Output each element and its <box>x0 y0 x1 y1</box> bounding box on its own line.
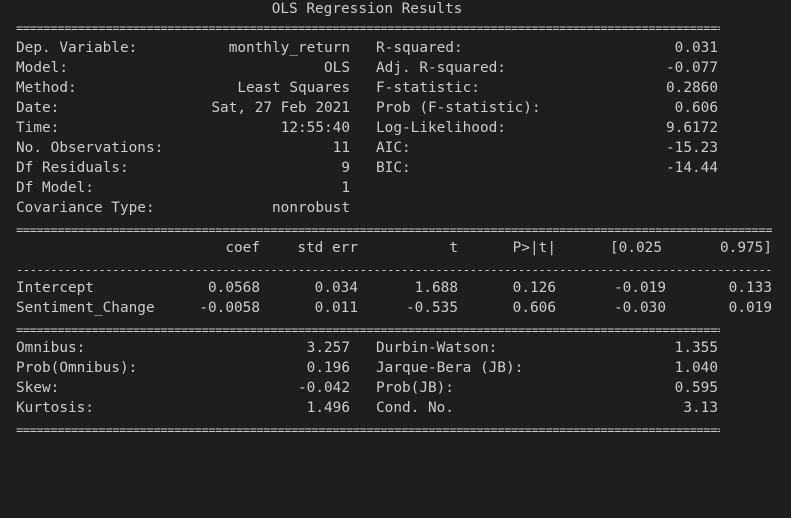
summary-label: R-squared: <box>376 40 463 56</box>
diag-label: Kurtosis: <box>16 400 94 416</box>
diag-value: -0.042 <box>298 380 350 396</box>
summary-label: Model: <box>16 60 68 76</box>
coef-value: 0.011 <box>314 300 358 316</box>
coef-header: [0.025 <box>610 240 662 256</box>
summary-value: -14.44 <box>666 160 718 176</box>
diag-value: 1.496 <box>306 400 350 416</box>
diag-value: 0.595 <box>674 380 718 396</box>
coef-value: 0.126 <box>512 280 556 296</box>
coef-value: -0.019 <box>614 280 666 296</box>
diag-label: Skew: <box>16 380 60 396</box>
summary-value: nonrobust <box>272 200 350 216</box>
diag-value: 1.355 <box>674 340 718 356</box>
summary-label: No. Observations: <box>16 140 164 156</box>
diag-row: Kurtosis: 1.496 Cond. No. 3.13 <box>16 398 718 418</box>
table-row: Sentiment_Change -0.0058 0.011 -0.535 0.… <box>16 298 772 318</box>
coef-value: 0.606 <box>512 300 556 316</box>
summary-label: BIC: <box>376 160 411 176</box>
summary-row: No. Observations: 11 AIC: -15.23 <box>16 138 718 158</box>
summary-value: Least Squares <box>237 80 350 96</box>
diag-value: 3.13 <box>683 400 718 416</box>
coef-value: -0.0058 <box>199 300 260 316</box>
diag-row: Skew: -0.042 Prob(JB): 0.595 <box>16 378 718 398</box>
summary-row: Time: 12:55:40 Log-Likelihood: 9.6172 <box>16 118 718 138</box>
summary-label: Prob (F-statistic): <box>376 100 541 116</box>
coef-header: coef <box>225 240 260 256</box>
coef-header: std err <box>297 240 358 256</box>
summary-row: Df Model: 1 <box>16 178 350 198</box>
summary-label: Adj. R-squared: <box>376 60 506 76</box>
summary-value: 1 <box>341 180 350 196</box>
coef-header-row: coef std err t P>|t| [0.025 0.975] <box>16 238 772 258</box>
summary-value: 0.031 <box>674 40 718 56</box>
summary-value: 12:55:40 <box>280 120 350 136</box>
diag-row: Omnibus: 3.257 Durbin-Watson: 1.355 <box>16 338 718 358</box>
diag-label: Prob(Omnibus): <box>16 360 138 376</box>
double-separator: ========================================… <box>16 22 720 34</box>
summary-label: Log-Likelihood: <box>376 120 506 136</box>
double-separator: ========================================… <box>16 324 720 336</box>
coef-value: -0.535 <box>406 300 458 316</box>
summary-row: Df Residuals: 9 BIC: -14.44 <box>16 158 718 178</box>
summary-label: Time: <box>16 120 60 136</box>
summary-value: Sat, 27 Feb 2021 <box>211 100 350 116</box>
coef-value: 0.0568 <box>208 280 260 296</box>
coef-value: -0.030 <box>614 300 666 316</box>
coef-header: t <box>449 240 458 256</box>
summary-label: Date: <box>16 100 60 116</box>
summary-value: monthly_return <box>228 40 350 56</box>
coef-value: 0.133 <box>728 280 772 296</box>
summary-value: 0.606 <box>674 100 718 116</box>
summary-label: AIC: <box>376 140 411 156</box>
double-separator: ========================================… <box>16 424 720 436</box>
diag-label: Cond. No. <box>376 400 454 416</box>
diag-label: Jarque-Bera (JB): <box>376 360 524 376</box>
table-row: Intercept 0.0568 0.034 1.688 0.126 -0.01… <box>16 278 772 298</box>
diag-label: Prob(JB): <box>376 380 454 396</box>
summary-label: Method: <box>16 80 77 96</box>
coef-header: P>|t| <box>512 240 556 256</box>
summary-row: Covariance Type: nonrobust <box>16 198 350 218</box>
summary-label: F-statistic: <box>376 80 480 96</box>
dash-separator: ----------------------------------------… <box>16 264 772 276</box>
diag-value: 0.196 <box>306 360 350 376</box>
diag-label: Durbin-Watson: <box>376 340 498 356</box>
diag-row: Prob(Omnibus): 0.196 Jarque-Bera (JB): 1… <box>16 358 718 378</box>
summary-row: Model: OLS Adj. R-squared: -0.077 <box>16 58 718 78</box>
summary-value: -0.077 <box>666 60 718 76</box>
summary-value: 11 <box>332 140 350 156</box>
summary-label: Df Residuals: <box>16 160 129 176</box>
double-separator: ========================================… <box>16 224 772 236</box>
summary-label: Covariance Type: <box>16 200 155 216</box>
summary-label: Dep. Variable: <box>16 40 138 56</box>
summary-value: 9.6172 <box>666 120 718 136</box>
diag-value: 1.040 <box>674 360 718 376</box>
coef-name: Sentiment_Change <box>16 300 155 316</box>
console-output: OLS Regression Results =================… <box>0 0 791 454</box>
results-title: OLS Regression Results <box>271 1 463 17</box>
coef-value: 0.019 <box>728 300 772 316</box>
coef-name: Intercept <box>16 280 94 296</box>
diag-label: Omnibus: <box>16 340 86 356</box>
summary-row: Method: Least Squares F-statistic: 0.286… <box>16 78 718 98</box>
coef-value: 0.034 <box>314 280 358 296</box>
summary-row: Date: Sat, 27 Feb 2021 Prob (F-statistic… <box>16 98 718 118</box>
summary-value: 9 <box>341 160 350 176</box>
summary-value: -15.23 <box>666 140 718 156</box>
summary-value: OLS <box>324 60 350 76</box>
diag-value: 3.257 <box>306 340 350 356</box>
coef-header: 0.975] <box>720 240 772 256</box>
summary-row: Dep. Variable: monthly_return R-squared:… <box>16 38 718 58</box>
summary-label: Df Model: <box>16 180 94 196</box>
coef-value: 1.688 <box>414 280 458 296</box>
summary-value: 0.2860 <box>666 80 718 96</box>
